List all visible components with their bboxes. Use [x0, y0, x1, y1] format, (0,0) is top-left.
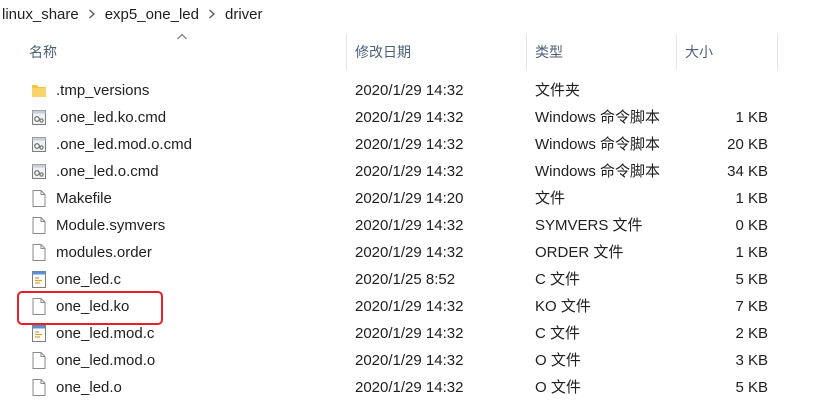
- file-type: O 文件: [535, 352, 581, 369]
- file-type: C 文件: [535, 271, 581, 288]
- breadcrumb-item-exp5-one-led[interactable]: exp5_one_led: [101, 6, 203, 23]
- column-header-date[interactable]: 修改日期: [355, 34, 411, 70]
- breadcrumb-item-driver[interactable]: driver: [221, 6, 267, 23]
- file-name: .one_led.mod.o.cmd: [56, 136, 192, 153]
- file-type: 文件: [535, 190, 566, 207]
- file-type: SYMVERS 文件: [535, 217, 643, 234]
- file-row-one-led-ko[interactable]: one_led.ko 2020/1/29 14:32 KO 文件 7 KB: [0, 293, 824, 320]
- file-row-modules-order[interactable]: modules.order 2020/1/29 14:32 ORDER 文件 1…: [0, 239, 824, 266]
- blank-file-icon: [30, 351, 48, 370]
- file-size: 1 KB: [735, 244, 768, 261]
- file-row-one-led-mod-c[interactable]: one_led.mod.c 2020/1/29 14:32 C 文件 2 KB: [0, 320, 824, 347]
- file-type: Windows 命令脚本: [535, 136, 661, 153]
- file-date: 2020/1/29 14:32: [355, 244, 464, 261]
- file-type: Windows 命令脚本: [535, 163, 661, 180]
- file-size: 5 KB: [735, 379, 768, 396]
- file-name: one_led.c: [56, 271, 122, 288]
- file-name: .tmp_versions: [56, 82, 150, 99]
- c-source-file-icon: [30, 324, 48, 343]
- file-date: 2020/1/29 14:32: [355, 163, 464, 180]
- file-explorer: linux_share exp5_one_led driver 名称 修改日期 …: [0, 0, 824, 418]
- file-name: .one_led.o.cmd: [56, 163, 159, 180]
- script-file-icon: [30, 162, 48, 181]
- file-type: 文件夹: [535, 82, 581, 99]
- file-size: 20 KB: [727, 136, 768, 153]
- file-name: modules.order: [56, 244, 152, 261]
- file-size: 7 KB: [735, 298, 768, 315]
- file-row-one-led-o-cmd[interactable]: .one_led.o.cmd 2020/1/29 14:32 Windows 命…: [0, 158, 824, 185]
- blank-file-icon: [30, 189, 48, 208]
- blank-file-icon: [30, 378, 48, 397]
- file-date: 2020/1/29 14:20: [355, 190, 464, 207]
- c-source-file-icon: [30, 270, 48, 289]
- folder-icon: [30, 81, 48, 100]
- file-name: one_led.mod.c: [56, 325, 155, 342]
- chevron-right-icon[interactable]: [83, 9, 101, 19]
- breadcrumb-item-linux-share[interactable]: linux_share: [0, 6, 83, 23]
- file-row-one-led-ko-cmd[interactable]: .one_led.ko.cmd 2020/1/29 14:32 Windows …: [0, 104, 824, 131]
- file-type: Windows 命令脚本: [535, 109, 661, 126]
- script-file-icon: [30, 135, 48, 154]
- blank-file-icon: [30, 297, 48, 316]
- file-name: one_led.mod.o: [56, 352, 156, 369]
- file-size: 1 KB: [735, 190, 768, 207]
- file-date: 2020/1/29 14:32: [355, 136, 464, 153]
- file-date: 2020/1/29 14:32: [355, 379, 464, 396]
- blank-file-icon: [30, 216, 48, 235]
- file-name: .one_led.ko.cmd: [56, 109, 167, 126]
- file-row-one-led-mod-o[interactable]: one_led.mod.o 2020/1/29 14:32 O 文件 3 KB: [0, 347, 824, 374]
- file-row-one-led-o[interactable]: one_led.o 2020/1/29 14:32 O 文件 5 KB: [0, 374, 824, 401]
- blank-file-icon: [30, 243, 48, 262]
- file-type: ORDER 文件: [535, 244, 624, 261]
- file-name: one_led.ko: [56, 298, 130, 315]
- file-row-tmp-versions[interactable]: .tmp_versions 2020/1/29 14:32 文件夹: [0, 77, 824, 104]
- file-name: one_led.o: [56, 379, 122, 396]
- column-divider[interactable]: [346, 34, 347, 70]
- file-size: 3 KB: [735, 352, 768, 369]
- column-header: 名称 修改日期 类型 大小: [0, 33, 824, 70]
- file-row-one-led-c[interactable]: one_led.c 2020/1/25 8:52 C 文件 5 KB: [0, 266, 824, 293]
- file-row-one-led-mod-o-cmd[interactable]: .one_led.mod.o.cmd 2020/1/29 14:32 Windo…: [0, 131, 824, 158]
- file-date: 2020/1/29 14:32: [355, 217, 464, 234]
- column-header-type[interactable]: 类型: [535, 34, 563, 70]
- column-divider[interactable]: [676, 34, 677, 70]
- file-list: .tmp_versions 2020/1/29 14:32 文件夹 .one_l…: [0, 77, 824, 401]
- file-row-makefile[interactable]: Makefile 2020/1/29 14:20 文件 1 KB: [0, 185, 824, 212]
- file-date: 2020/1/29 14:32: [355, 82, 464, 99]
- file-size: 2 KB: [735, 325, 768, 342]
- file-date: 2020/1/29 14:32: [355, 352, 464, 369]
- file-type: KO 文件: [535, 298, 591, 315]
- file-date: 2020/1/25 8:52: [355, 271, 456, 288]
- file-date: 2020/1/29 14:32: [355, 109, 464, 126]
- breadcrumb: linux_share exp5_one_led driver: [0, 0, 824, 28]
- column-divider[interactable]: [526, 34, 527, 70]
- file-row-module-symvers[interactable]: Module.symvers 2020/1/29 14:32 SYMVERS 文…: [0, 212, 824, 239]
- column-header-size[interactable]: 大小: [685, 34, 713, 70]
- chevron-right-icon[interactable]: [203, 9, 221, 19]
- sort-ascending-icon: [177, 33, 187, 40]
- file-name: Module.symvers: [56, 217, 166, 234]
- file-size: 5 KB: [735, 271, 768, 288]
- file-size: 1 KB: [735, 109, 768, 126]
- file-size: 0 KB: [735, 217, 768, 234]
- column-divider[interactable]: [777, 34, 778, 70]
- column-header-name[interactable]: 名称: [29, 34, 57, 70]
- script-file-icon: [30, 108, 48, 127]
- file-size: 34 KB: [727, 163, 768, 180]
- file-date: 2020/1/29 14:32: [355, 325, 464, 342]
- file-type: O 文件: [535, 379, 581, 396]
- file-name: Makefile: [56, 190, 112, 207]
- file-type: C 文件: [535, 325, 581, 342]
- file-date: 2020/1/29 14:32: [355, 298, 464, 315]
